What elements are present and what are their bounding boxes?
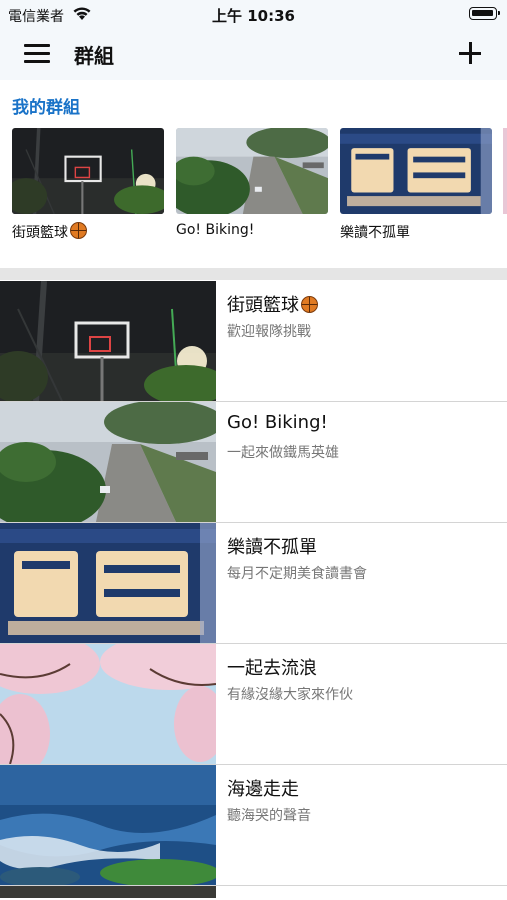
status-bar: 電信業者 上午 10:36 [0,0,507,28]
group-photo-partial [0,886,216,898]
my-group-card-label: 樂讀不孤單 [340,225,410,241]
my-group-card-label: Go! Biking! [176,222,255,238]
group-photo-novel [0,523,216,643]
group-list[interactable]: 街頭籃球 歡迎報隊挑戰 Go! Biking! 一起來做鐵馬英雄 樂讀不孤單 每… [0,281,507,898]
group-photo-novel [340,128,492,214]
my-group-card-label: 街頭籃球 [12,222,164,242]
group-photo-sea [0,765,216,885]
group-name: 一起去流浪 [227,658,317,679]
my-groups-heading: 我的群組 [12,98,80,118]
group-row-partial[interactable] [0,886,507,898]
group-description: 聽海哭的聲音 [227,808,311,824]
group-photo-biking [176,128,328,214]
page-title: 群組 [74,44,114,68]
battery-icon [469,7,500,20]
next-card-edge [503,128,507,214]
hamburger-menu-icon[interactable] [24,44,50,64]
my-group-card-basketball[interactable]: 街頭籃球 [12,128,164,242]
my-group-card-novel[interactable]: 樂讀不孤單 [340,128,492,242]
my-groups-carousel[interactable]: 街頭籃球 Go! Biking! 樂讀不孤單 [0,128,507,260]
group-row-basketball[interactable]: 街頭籃球 歡迎報隊挑戰 [0,281,507,402]
group-photo-cherry-blossom [0,644,216,764]
group-name: Go! Biking! [227,412,328,433]
group-photo-biking [0,402,216,522]
group-photo-basketball [0,281,216,401]
group-name: 樂讀不孤單 [227,537,317,558]
basketball-icon [70,222,87,239]
group-row-wander[interactable]: 一起去流浪 有緣沒緣大家來作伙 [0,644,507,765]
group-description: 歡迎報隊挑戰 [227,324,311,340]
add-group-button[interactable] [459,42,481,64]
group-row-novel[interactable]: 樂讀不孤單 每月不定期美食讀書會 [0,523,507,644]
group-name: 海邊走走 [227,779,299,800]
group-description: 一起來做鐵馬英雄 [227,445,339,461]
group-row-biking[interactable]: Go! Biking! 一起來做鐵馬英雄 [0,402,507,523]
status-time: 上午 10:36 [212,7,295,25]
group-name: 街頭籃球 [227,291,318,317]
group-photo-basketball [12,128,164,214]
my-group-card-biking[interactable]: Go! Biking! [176,128,328,238]
basketball-icon [301,296,318,313]
group-description: 每月不定期美食讀書會 [227,566,367,582]
section-divider [0,268,507,280]
group-description: 有緣沒緣大家來作伙 [227,687,353,703]
nav-bar: 群組 [0,28,507,80]
group-row-seaside[interactable]: 海邊走走 聽海哭的聲音 [0,765,507,886]
